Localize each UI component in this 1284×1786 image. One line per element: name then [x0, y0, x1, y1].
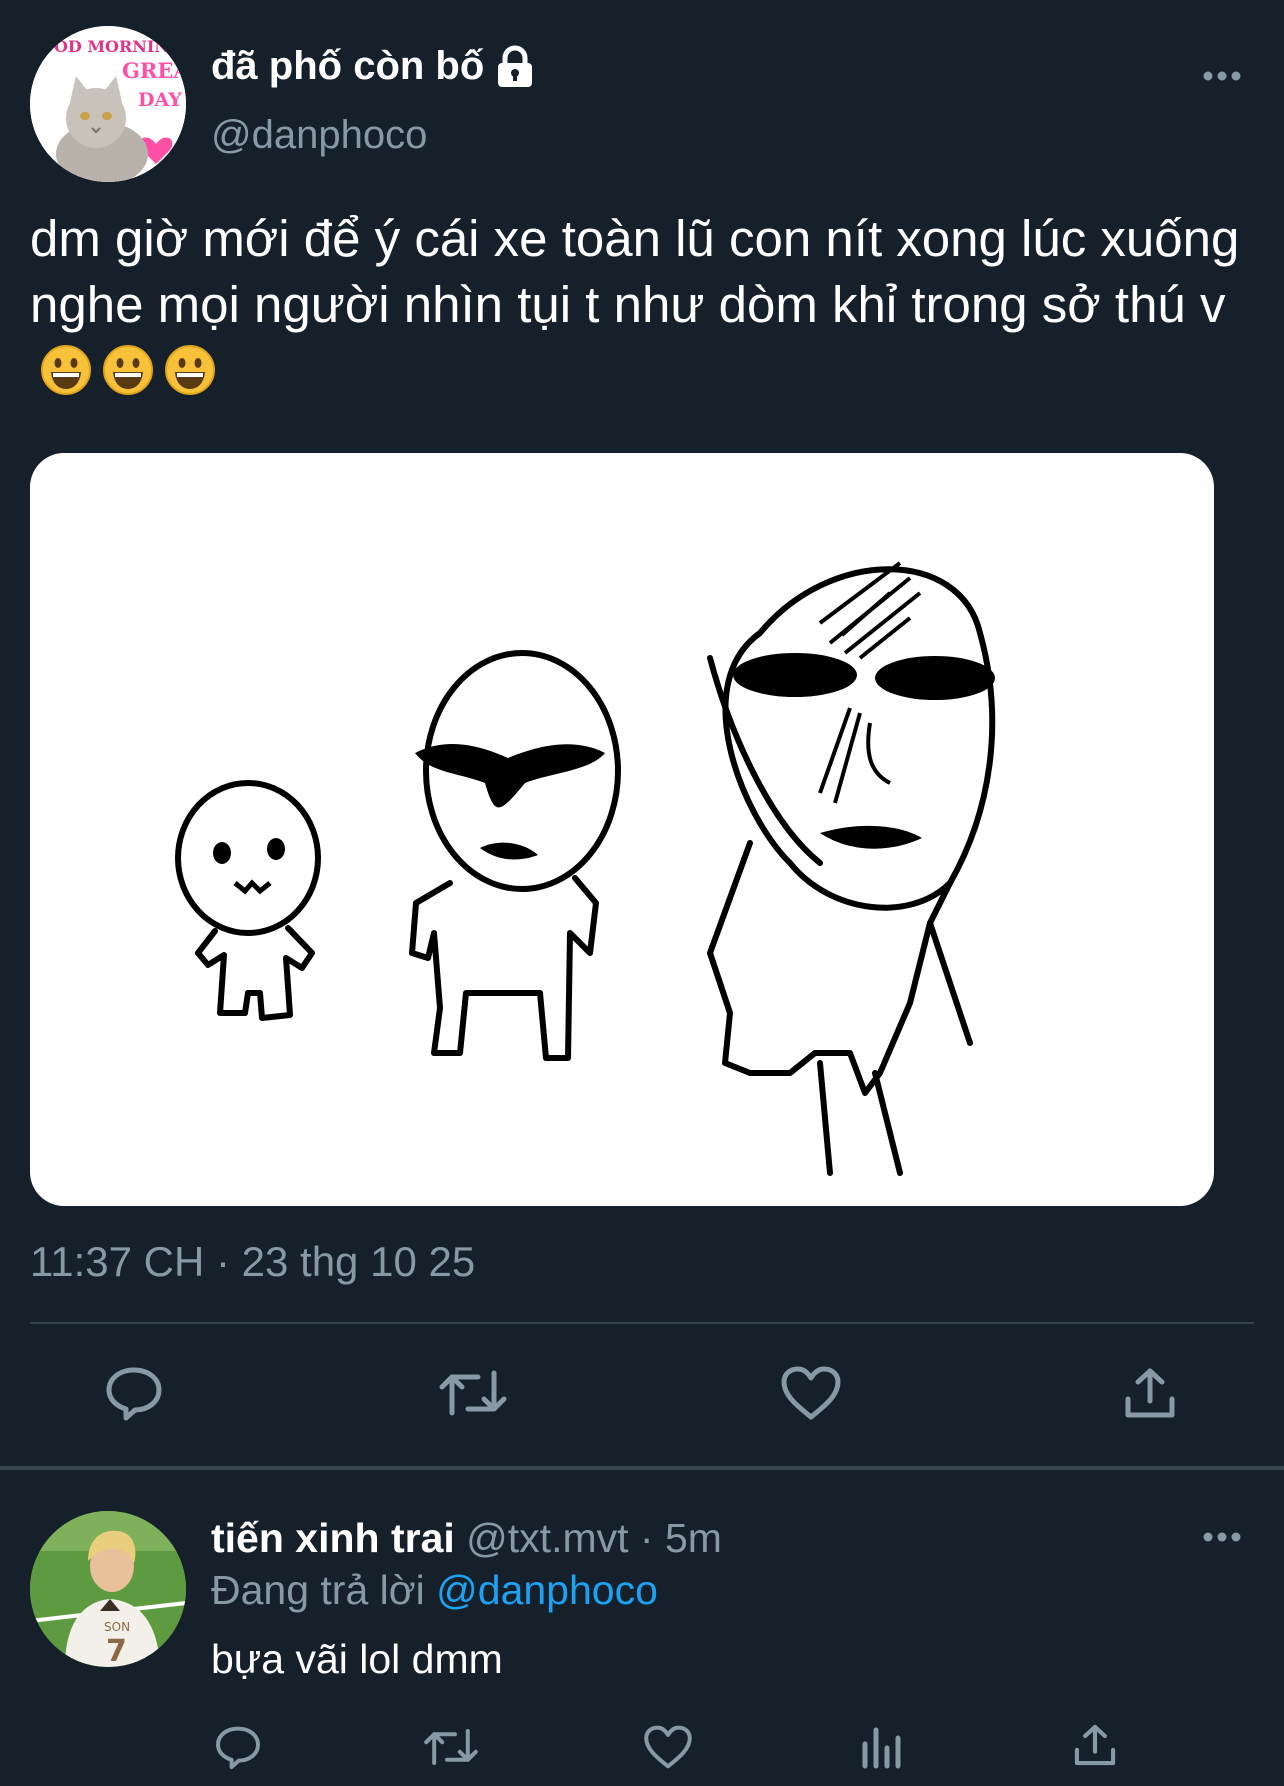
share-icon: [1074, 1724, 1116, 1766]
reply-header: tiến xinh trai @txt.mvt · 5m: [211, 1515, 722, 1562]
tweet-media-image[interactable]: [30, 453, 1214, 1206]
jersey-number: 7: [106, 1634, 127, 1667]
tweet-detail-screen: OOD MORNING GREAT DAY đã phố còn bố @dan…: [0, 0, 1284, 1786]
section-divider: [0, 1466, 1284, 1470]
reply-reply-button[interactable]: [214, 1724, 262, 1770]
grinning-face-icon: [103, 345, 153, 395]
analytics-icon: [862, 1727, 901, 1769]
grinning-face-icon: [41, 345, 91, 395]
avatar-text-day: DAY: [138, 89, 182, 111]
stick-figure-drawing-image: [175, 561, 996, 1176]
share-icon: [1125, 1368, 1175, 1418]
avatar-text-great: GREAT: [122, 58, 186, 83]
retweet-icon: [424, 1729, 478, 1765]
tweet-body: dm giờ mới để ý cái xe toàn lũ con nít x…: [30, 206, 1260, 404]
replying-to-label: Đang trả lời: [211, 1567, 437, 1613]
replying-to-mention[interactable]: @danphoco: [436, 1567, 658, 1613]
jersey-name: SON: [104, 1620, 130, 1634]
avatar-text-morning: OOD MORNING: [40, 37, 183, 56]
reply-button[interactable]: [104, 1365, 164, 1421]
reply-text: bựa vãi lol dmm: [211, 1636, 503, 1682]
divider: [30, 1322, 1254, 1324]
author-name-text: đã phố còn bố: [211, 44, 485, 88]
author-handle[interactable]: @danphoco: [211, 113, 427, 158]
reply-share-button[interactable]: [1072, 1722, 1118, 1768]
grinning-face-icon: [165, 345, 215, 395]
like-button[interactable]: [780, 1365, 842, 1421]
cat-avatar: OOD MORNING GREAT DAY: [30, 26, 186, 182]
reply-author-avatar[interactable]: SON 7: [30, 1511, 186, 1667]
replying-to: Đang trả lời @danphoco: [211, 1567, 658, 1614]
lock-icon: [498, 45, 533, 87]
share-button[interactable]: [1122, 1365, 1178, 1421]
retweet-button[interactable]: [438, 1365, 508, 1421]
reply-display-name[interactable]: tiến xinh trai: [211, 1515, 455, 1561]
tweet-text: dm giờ mới để ý cái xe toàn lũ con nít x…: [30, 210, 1240, 333]
author-avatar[interactable]: OOD MORNING GREAT DAY: [30, 26, 186, 182]
reply-more-options-icon[interactable]: [1202, 1531, 1242, 1543]
tweet-timestamp[interactable]: 11:37 CH · 23 thg 10 25: [30, 1238, 475, 1286]
reply-retweet-button[interactable]: [423, 1724, 479, 1770]
like-icon: [781, 1366, 841, 1420]
reply-analytics-button[interactable]: [860, 1724, 904, 1770]
reply-like-button[interactable]: [643, 1724, 693, 1770]
retweet-icon: [439, 1370, 507, 1416]
reply-handle[interactable]: @txt.mvt: [466, 1515, 628, 1561]
more-options-icon[interactable]: [1202, 70, 1242, 82]
author-display-name[interactable]: đã phố còn bố: [211, 44, 536, 89]
like-icon: [644, 1725, 692, 1769]
soccer-player-avatar: SON 7: [30, 1511, 186, 1667]
reply-icon: [216, 1726, 260, 1769]
reply-separator: ·: [628, 1515, 665, 1561]
reply-time[interactable]: 5m: [665, 1515, 722, 1561]
reply-icon: [106, 1367, 162, 1421]
